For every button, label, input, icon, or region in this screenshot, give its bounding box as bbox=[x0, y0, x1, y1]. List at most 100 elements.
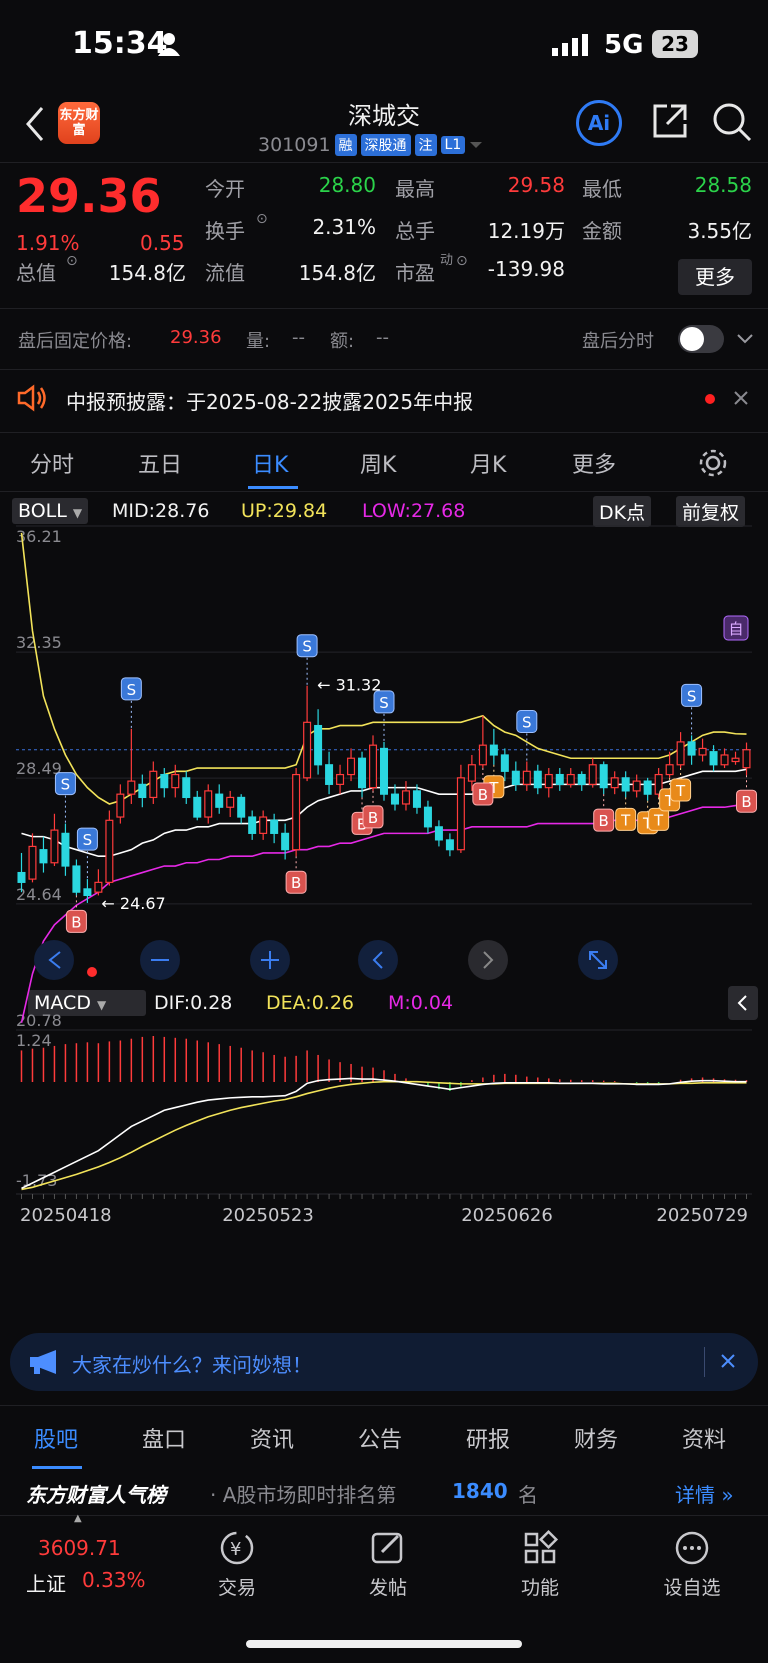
rank-detail-label: 详情 bbox=[675, 1483, 715, 1507]
tab-daily-k[interactable]: 日K bbox=[252, 447, 288, 479]
tag-connect: 深股通 bbox=[360, 134, 411, 156]
candle bbox=[709, 751, 718, 766]
after-hours-amt-label: 额: bbox=[330, 331, 355, 352]
value-open: 28.80 bbox=[318, 173, 376, 197]
candle bbox=[72, 865, 81, 893]
candle bbox=[522, 770, 531, 785]
dif-line bbox=[21, 1077, 747, 1190]
search-icon[interactable] bbox=[712, 102, 752, 142]
info-icon[interactable]: ⊙ bbox=[66, 253, 78, 269]
status-bar: 15:34 5G 23 bbox=[0, 0, 768, 90]
tab-announcements[interactable]: 公告 bbox=[358, 1422, 402, 1454]
macd-y-tick: 1.24 bbox=[16, 1031, 52, 1050]
after-hours-amt: -- bbox=[376, 327, 389, 348]
signal-marker-label: B bbox=[291, 874, 301, 892]
nav-functions[interactable]: 功能 bbox=[490, 1528, 590, 1600]
next-button[interactable] bbox=[468, 940, 508, 980]
candle bbox=[390, 793, 399, 805]
tab-financials[interactable]: 财务 bbox=[574, 1422, 618, 1454]
zoom-in-button[interactable] bbox=[250, 940, 290, 980]
after-hours-vol: -- bbox=[292, 327, 305, 348]
tab-forum[interactable]: 股吧 bbox=[34, 1422, 78, 1454]
battery-icon: 23 bbox=[652, 30, 698, 58]
after-hours-label: 盘后固定价格: bbox=[18, 331, 133, 352]
signal-marker-label: T bbox=[620, 811, 631, 829]
value-market-cap: 154.8亿 bbox=[108, 261, 186, 285]
network-type: 5G bbox=[604, 30, 644, 60]
stock-code-row[interactable]: 301091 融 深股通 注 L1 bbox=[258, 134, 483, 156]
candle bbox=[314, 724, 323, 766]
candle bbox=[731, 757, 740, 763]
nav-post[interactable]: 发帖 bbox=[338, 1528, 438, 1600]
fullscreen-button[interactable] bbox=[578, 940, 618, 980]
signal-marker-label: B bbox=[599, 812, 609, 830]
tab-news[interactable]: 资讯 bbox=[250, 1422, 294, 1454]
candle bbox=[379, 747, 389, 795]
label-turnover: 换手 bbox=[205, 219, 245, 243]
rank-detail-link[interactable]: 详情 » bbox=[675, 1479, 734, 1508]
person-icon bbox=[158, 33, 180, 56]
index-widget[interactable]: ▲ 3609.71 上证 0.33% bbox=[20, 1513, 160, 1606]
candle bbox=[610, 777, 619, 789]
label-low: 最低 bbox=[582, 177, 622, 201]
candle bbox=[149, 770, 158, 799]
candle bbox=[665, 764, 674, 776]
tab-monthly-k[interactable]: 月K bbox=[470, 447, 506, 479]
bottom-nav: ▲ 3609.71 上证 0.33% ¥ 交易 发帖 功能 设自选 bbox=[0, 1513, 768, 1663]
tab-more[interactable]: 更多 bbox=[572, 447, 616, 479]
value-high: 29.58 bbox=[507, 173, 565, 197]
candle bbox=[270, 819, 279, 834]
tab-orderbook[interactable]: 盘口 bbox=[142, 1422, 186, 1454]
candle bbox=[369, 744, 378, 789]
pan-left-button[interactable] bbox=[34, 940, 74, 980]
more-dots-icon bbox=[675, 1531, 709, 1565]
signal-marker-label: S bbox=[302, 638, 312, 656]
tab-profile[interactable]: 资料 bbox=[682, 1422, 726, 1454]
close-icon[interactable] bbox=[733, 390, 749, 406]
tab-five-day[interactable]: 五日 bbox=[138, 447, 182, 479]
value-volume: 12.19万 bbox=[487, 219, 565, 243]
info-icon[interactable]: ⊙ bbox=[256, 211, 268, 227]
signal-marker-label: B bbox=[741, 793, 751, 811]
tab-weekly-k[interactable]: 周K bbox=[360, 447, 396, 479]
nav-watchlist[interactable]: 设自选 bbox=[642, 1528, 742, 1600]
candle bbox=[105, 819, 114, 883]
rank-number: 1840 bbox=[452, 1479, 508, 1503]
more-button[interactable]: 更多 bbox=[678, 259, 752, 295]
prev-button[interactable] bbox=[358, 940, 398, 980]
notice-bar[interactable]: 中报预披露：于2025-08-22披露2025年中报 bbox=[0, 368, 768, 430]
pan-left-button-bg bbox=[34, 940, 74, 980]
x-tick-label: 20250418 bbox=[20, 1205, 112, 1226]
signal-marker-label: S bbox=[83, 831, 93, 849]
chevron-down-icon[interactable] bbox=[736, 333, 754, 345]
settings-gear-icon[interactable] bbox=[697, 447, 729, 479]
candle bbox=[61, 832, 70, 867]
close-icon[interactable] bbox=[720, 1353, 736, 1369]
candle bbox=[325, 764, 334, 785]
value-amount: 3.55亿 bbox=[687, 219, 752, 243]
after-hours-toggle[interactable] bbox=[678, 325, 724, 353]
candle bbox=[621, 777, 630, 792]
candle bbox=[599, 764, 608, 789]
label-float-cap: 流值 bbox=[205, 261, 245, 285]
value-turnover: 2.31% bbox=[312, 215, 376, 239]
popularity-rank-row[interactable]: 东方财富人气榜 · A股市场即时排名第 1840 名 详情 » bbox=[0, 1475, 768, 1515]
nav-trade[interactable]: ¥ 交易 bbox=[187, 1528, 287, 1600]
after-hours-price: 29.36 bbox=[170, 327, 222, 348]
ai-assistant-icon[interactable]: Ai bbox=[576, 100, 622, 146]
ask-text: 大家在炒什么？来问妙想！ bbox=[72, 1353, 312, 1377]
tab-intraday[interactable]: 分时 bbox=[30, 447, 74, 479]
dea-line bbox=[21, 1080, 747, 1191]
candle bbox=[215, 793, 224, 808]
ask-assistant-bar[interactable]: 大家在炒什么？来问妙想！ bbox=[10, 1333, 758, 1391]
tab-research[interactable]: 研报 bbox=[466, 1422, 510, 1454]
zoom-out-button[interactable] bbox=[140, 940, 180, 980]
info-icon[interactable]: ⊙ bbox=[456, 253, 468, 269]
candle bbox=[511, 770, 520, 785]
candle bbox=[182, 777, 191, 799]
share-icon[interactable] bbox=[651, 102, 689, 140]
candle bbox=[566, 773, 575, 785]
candle bbox=[500, 754, 509, 772]
megaphone-icon bbox=[30, 1350, 56, 1374]
kline-chart-area[interactable]: BOLL ▼ MID:28.76 UP:29.84 LOW:27.68 DK点 … bbox=[0, 490, 768, 1320]
